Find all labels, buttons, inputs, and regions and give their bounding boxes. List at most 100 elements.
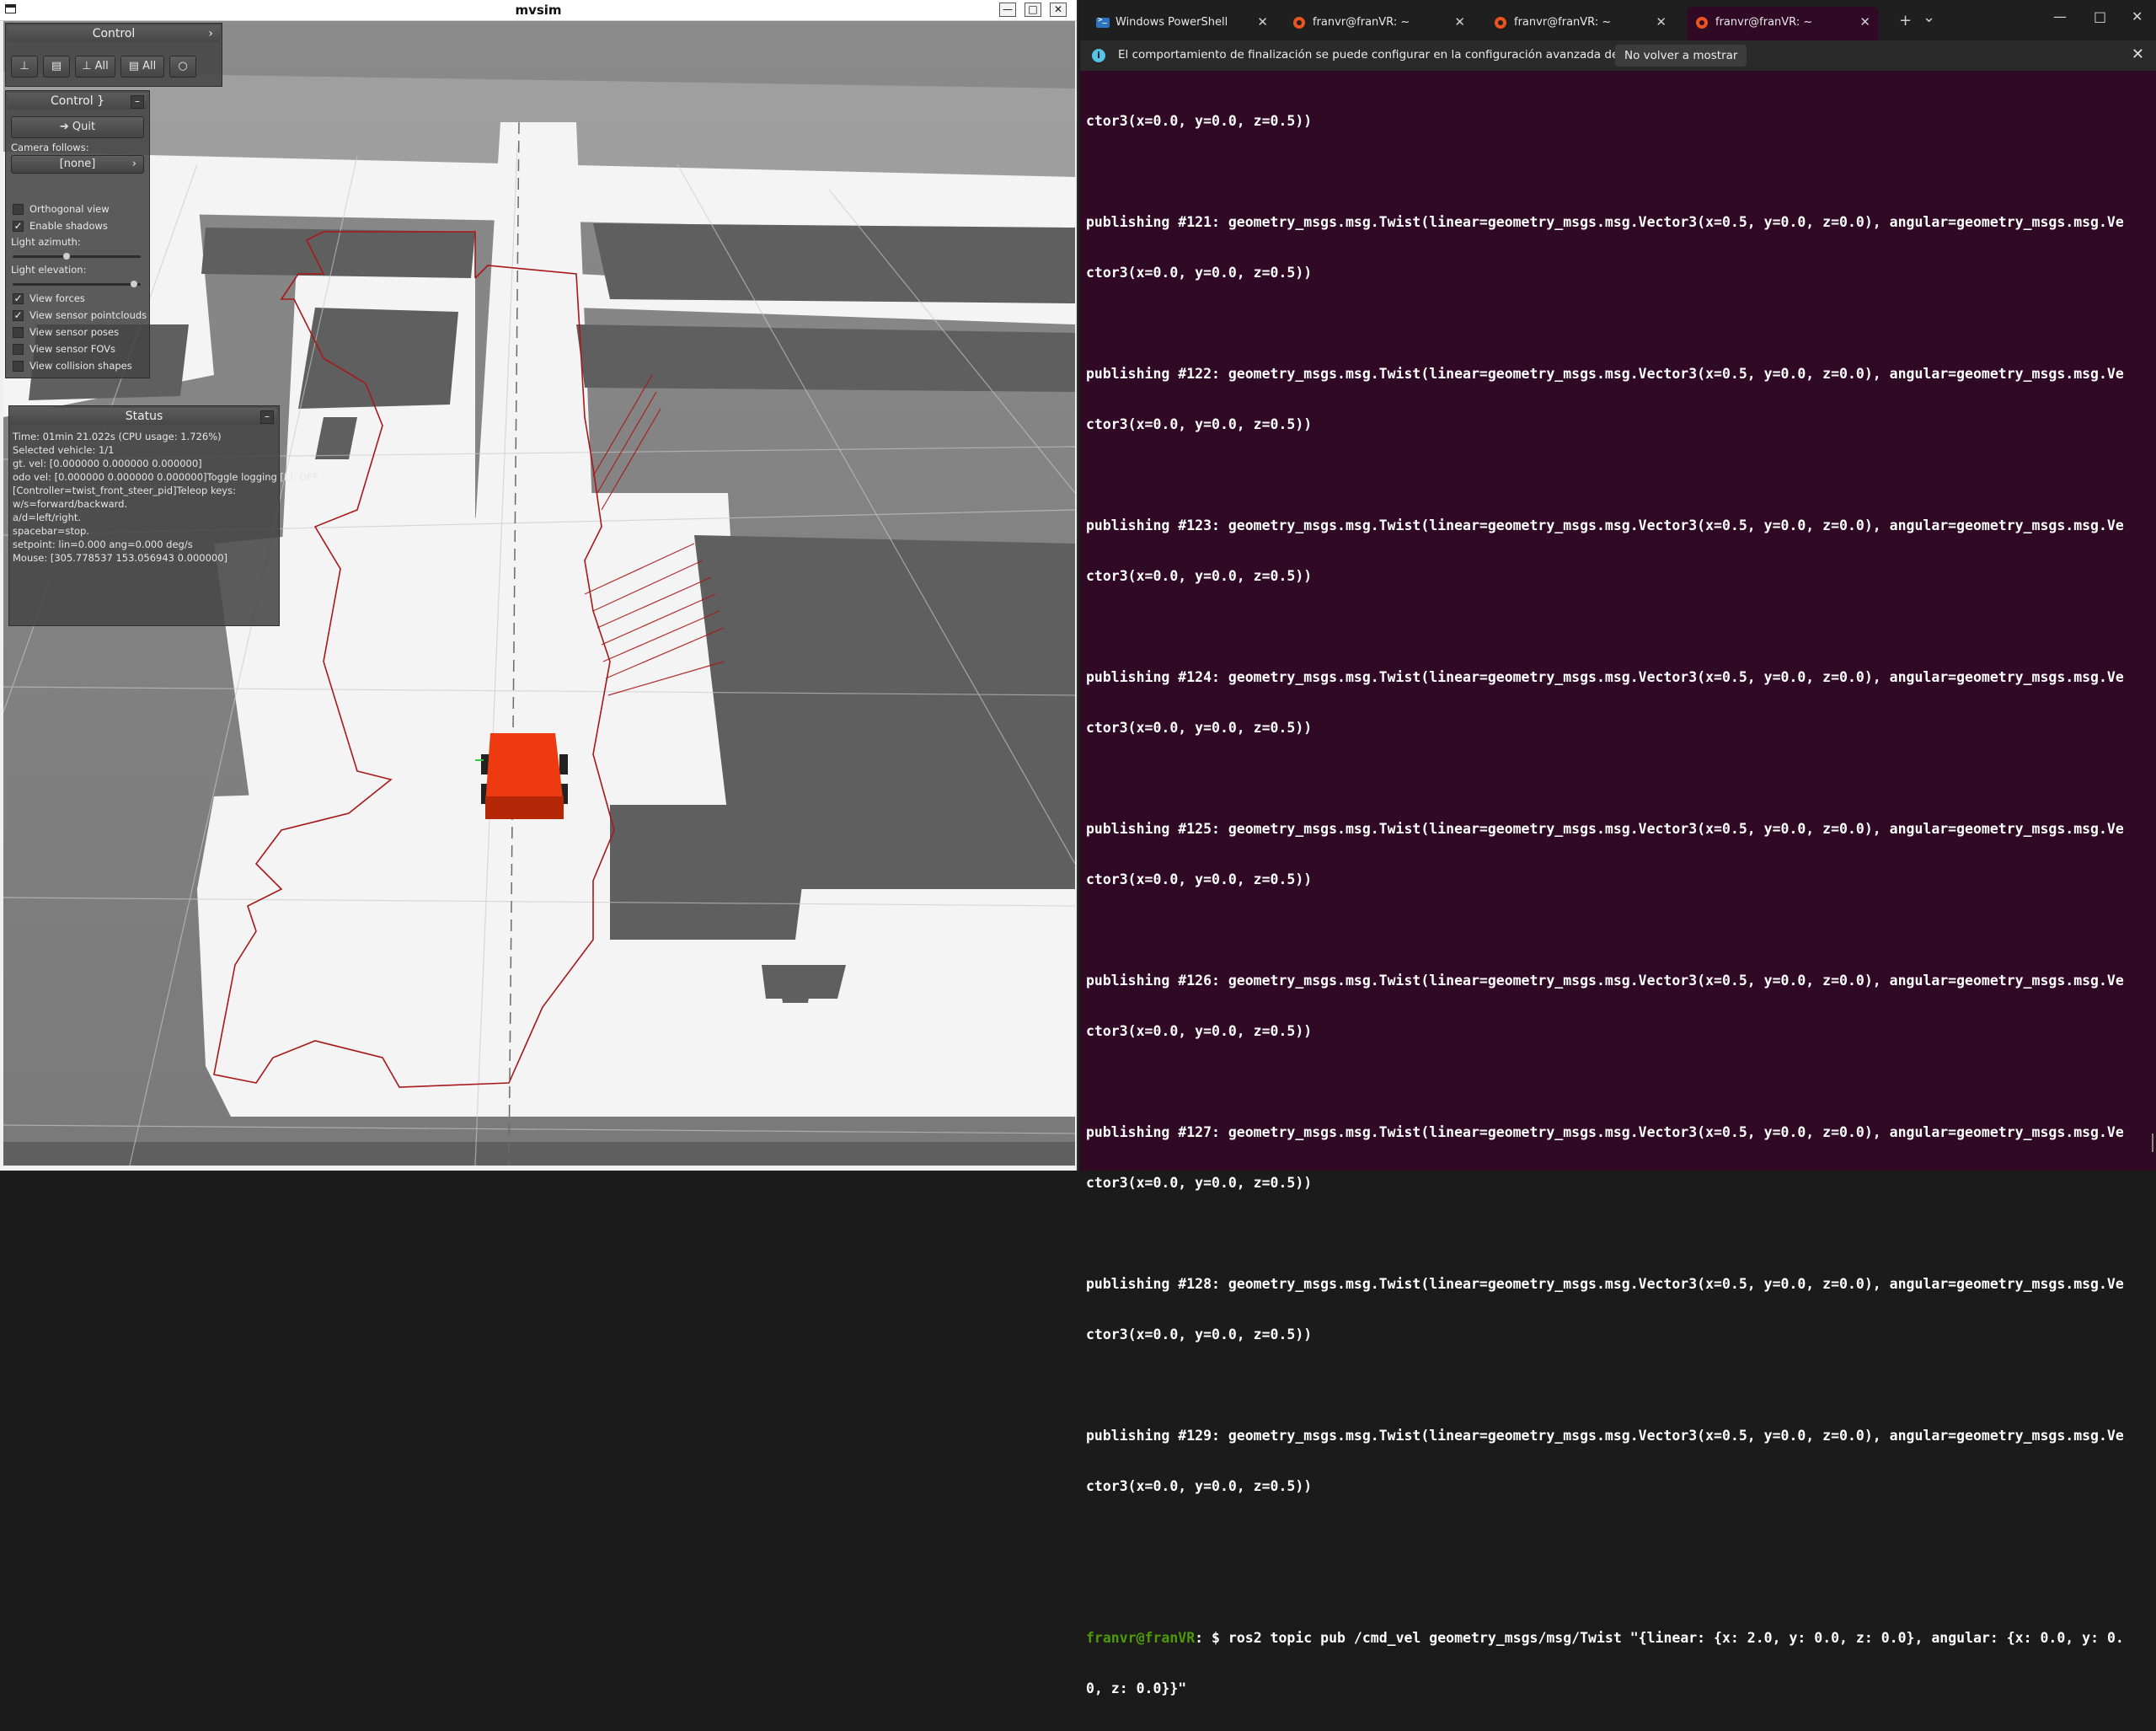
- tab-label: franvr@franVR: ~: [1715, 16, 1813, 29]
- command-text: ros2 topic pub /cmd_vel geometry_msgs/ms…: [1219, 1630, 2124, 1646]
- prompt-user: franvr@franVR: [1086, 1630, 1196, 1646]
- toolbar-button-circle[interactable]: ○: [169, 56, 196, 78]
- chevron-right-icon[interactable]: ›: [208, 25, 213, 42]
- top-control-title: Control: [92, 27, 136, 40]
- top-control-panel: Control › ⊥ ▤ ⊥ All ▤ All ○: [5, 23, 222, 87]
- 3d-viewport[interactable]: Control › ⊥ ▤ ⊥ All ▤ All ○ Control – } …: [3, 21, 1075, 1166]
- tab-bar: Windows PowerShell ✕ franvr@franVR: ~ ✕ …: [1080, 0, 2156, 40]
- collapse-icon[interactable]: –: [131, 95, 144, 109]
- view-sensor-fovs-checkbox[interactable]: [13, 344, 24, 355]
- tab-label: franvr@franVR: ~: [1313, 16, 1410, 29]
- info-close-icon[interactable]: ✕: [2132, 46, 2144, 63]
- status-line: spacebar=stop.: [13, 525, 89, 537]
- tab-close-icon[interactable]: ✕: [1859, 14, 1870, 29]
- view-pointclouds-label: View sensor pointclouds: [29, 309, 147, 321]
- windows-terminal-window: Windows PowerShell ✕ franvr@franVR: ~ ✕ …: [1080, 0, 2156, 1696]
- terminal-line: publishing #126: geometry_msgs.msg.Twist…: [1086, 973, 2124, 989]
- status-line: w/s=forward/backward.: [13, 498, 128, 510]
- status-panel-header[interactable]: Status –: [11, 408, 277, 425]
- tab-label: franvr@franVR: ~: [1514, 16, 1612, 29]
- window-title: mvsim: [515, 3, 562, 18]
- status-line: Selected vehicle: 1/1: [13, 444, 115, 456]
- tab-close-icon[interactable]: ✕: [1257, 14, 1268, 29]
- prompt-line: franvr@franVR: $ ros2 topic pub /cmd_vel…: [1086, 1630, 2148, 1647]
- tab-powershell[interactable]: Windows PowerShell ✕: [1087, 7, 1276, 40]
- mvsim-window: mvsim — □ ✕ Control › ⊥ ▤ ⊥ All ▤ All ○ …: [0, 0, 1078, 1171]
- prompt-separator: :: [1195, 1630, 1204, 1646]
- terminal-line: ctor3(x=0.0, y=0.0, z=0.5)): [1086, 416, 1313, 432]
- window-minimize-button[interactable]: —: [2053, 8, 2067, 24]
- mvsim-titlebar[interactable]: mvsim — □ ✕: [0, 0, 1077, 21]
- info-icon: i: [1092, 49, 1105, 62]
- camera-follows-label: Camera follows:: [11, 142, 89, 153]
- top-control-header[interactable]: Control ›: [8, 25, 220, 42]
- window-maximize-button[interactable]: □: [2094, 8, 2106, 24]
- prompt-path: [1203, 1630, 1212, 1646]
- terminal-line: ctor3(x=0.0, y=0.0, z=0.5)): [1086, 1175, 1313, 1191]
- chevron-right-icon: ›: [131, 158, 136, 170]
- minimize-button[interactable]: —: [999, 3, 1016, 17]
- scrollbar-thumb[interactable]: [2152, 1133, 2153, 1152]
- dont-show-again-button[interactable]: No volver a mostrar: [1615, 45, 1747, 67]
- slider-knob[interactable]: [62, 253, 70, 260]
- view-forces-label: View forces: [29, 292, 85, 304]
- close-button[interactable]: ✕: [1050, 3, 1067, 17]
- light-elevation-slider[interactable]: [13, 281, 141, 287]
- terminal-line: publishing #121: geometry_msgs.msg.Twist…: [1086, 214, 2124, 230]
- info-bar: i El comportamiento de finalización se p…: [1080, 40, 2156, 71]
- view-sensor-poses-checkbox[interactable]: [13, 327, 24, 338]
- toolbar-button-ground-all[interactable]: ⊥ All: [75, 56, 115, 78]
- prompt-symbol: $: [1212, 1630, 1220, 1646]
- window-close-button[interactable]: ✕: [2132, 8, 2143, 24]
- orthogonal-view-checkbox[interactable]: [13, 204, 24, 215]
- light-elevation-label: Light elevation:: [11, 264, 87, 276]
- light-azimuth-slider[interactable]: [13, 253, 141, 260]
- camera-follows-select[interactable]: [none] ›: [11, 155, 144, 174]
- terminal-line: ctor3(x=0.0, y=0.0, z=0.5)): [1086, 113, 1313, 129]
- light-azimuth-label: Light azimuth:: [11, 236, 81, 248]
- toolbar-button-ground[interactable]: ⊥: [11, 56, 38, 78]
- slider-knob[interactable]: [131, 281, 138, 287]
- view-collision-shapes-label: View collision shapes: [29, 360, 132, 372]
- dropdown-icon[interactable]: ⌄: [1923, 8, 1935, 26]
- toolbar-button-window[interactable]: ▤: [43, 56, 70, 78]
- tab-ubuntu-active[interactable]: franvr@franVR: ~ ✕: [1687, 7, 1879, 40]
- terminal-line: publishing #122: geometry_msgs.msg.Twist…: [1086, 366, 2124, 382]
- tab-label: Windows PowerShell: [1115, 16, 1228, 29]
- tab-close-icon[interactable]: ✕: [1656, 14, 1666, 29]
- maximize-button[interactable]: □: [1025, 3, 1041, 17]
- view-collision-shapes-checkbox[interactable]: [13, 361, 24, 372]
- enable-shadows-checkbox[interactable]: ✓: [13, 221, 24, 232]
- new-tab-button[interactable]: +: [1899, 12, 1912, 29]
- status-line: Time: 01min 21.022s (CPU usage: 1.726%): [13, 431, 222, 442]
- tab-close-icon[interactable]: ✕: [1454, 14, 1465, 29]
- terminal-output[interactable]: ctor3(x=0.0, y=0.0, z=0.5)) publishing #…: [1086, 79, 2148, 1731]
- tab-ubuntu-2[interactable]: franvr@franVR: ~ ✕: [1485, 7, 1675, 40]
- view-pointclouds-checkbox[interactable]: ✓: [13, 310, 24, 321]
- terminal-line: publishing #127: geometry_msgs.msg.Twist…: [1086, 1124, 2124, 1140]
- status-line: setpoint: lin=0.000 ang=0.000 deg/s: [13, 539, 193, 550]
- quit-button[interactable]: ➔ Quit: [11, 116, 144, 138]
- view-forces-checkbox[interactable]: ✓: [13, 293, 24, 304]
- command-continuation: 0, z: 0.0}}": [1086, 1680, 1187, 1696]
- tab-ubuntu-1[interactable]: franvr@franVR: ~ ✕: [1284, 7, 1474, 40]
- terminal-line: ctor3(x=0.0, y=0.0, z=0.5)): [1086, 1478, 1313, 1494]
- collapse-icon[interactable]: –: [260, 410, 274, 424]
- info-message: El comportamiento de finalización se pue…: [1118, 48, 1659, 62]
- terminal-line: publishing #123: geometry_msgs.msg.Twist…: [1086, 517, 2124, 533]
- ubuntu-icon: [1495, 17, 1506, 29]
- terminal-line: publishing #125: geometry_msgs.msg.Twist…: [1086, 821, 2124, 837]
- status-line: Mouse: [305.778537 153.056943 0.000000]: [13, 552, 228, 564]
- view-sensor-fovs-label: View sensor FOVs: [29, 343, 116, 355]
- control-panel-header[interactable]: Control – }: [8, 93, 147, 110]
- toolbar-button-window-all[interactable]: ▤ All: [120, 56, 164, 78]
